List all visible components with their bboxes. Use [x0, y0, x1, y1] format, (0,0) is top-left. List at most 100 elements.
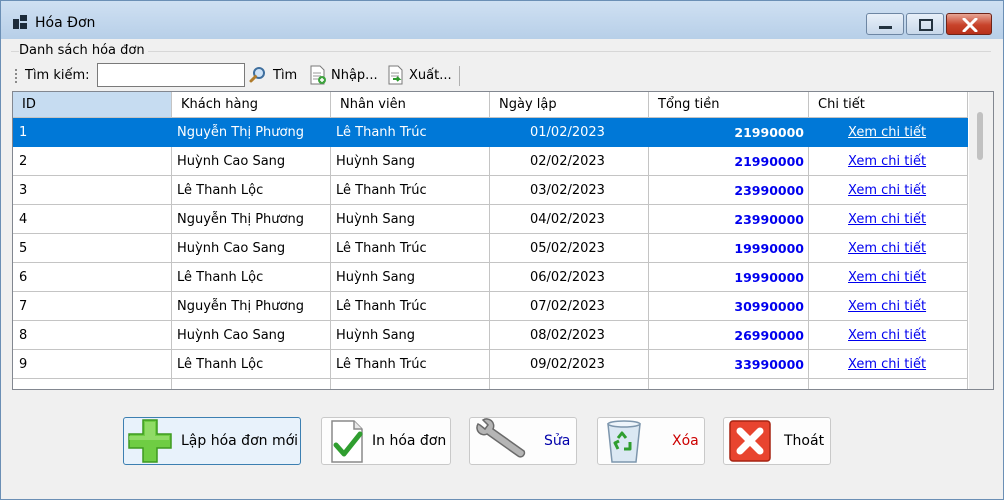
- cell-id[interactable]: 4: [13, 205, 172, 234]
- edit-label: Sửa: [544, 433, 571, 449]
- table-row[interactable]: 6 Lê Thanh Lộc Huỳnh Sang 06/02/2023 1999000…: [13, 263, 968, 292]
- import-button[interactable]: Nhập...: [309, 65, 379, 87]
- view-detail-link[interactable]: Xem chi tiết: [848, 328, 926, 343]
- cell-employee[interactable]: Huỳnh Sang: [331, 263, 490, 292]
- cell-id[interactable]: [13, 379, 172, 389]
- print-invoice-button[interactable]: In hóa đơn: [321, 417, 451, 465]
- view-detail-link[interactable]: Xem chi tiết: [848, 299, 926, 314]
- cell-total[interactable]: 23990000: [649, 176, 809, 205]
- table-row[interactable]: 7 Nguyễn Thị Phương Lê Thanh Trúc 07/02/202…: [13, 292, 968, 321]
- exit-button[interactable]: Thoát: [723, 417, 831, 465]
- view-detail-link[interactable]: Xem chi tiết: [848, 183, 926, 198]
- table-row[interactable]: 5 Huỳnh Cao Sang Lê Thanh Trúc 05/02/2023 19…: [13, 234, 968, 263]
- minimize-button[interactable]: [866, 13, 904, 35]
- cell-customer[interactable]: Nguyễn Thị Phương: [172, 118, 331, 147]
- cell-employee[interactable]: [331, 379, 490, 389]
- view-detail-link[interactable]: Xem chi tiết: [848, 212, 926, 227]
- cell-employee[interactable]: Huỳnh Sang: [331, 147, 490, 176]
- cell-customer-text: Huỳnh Cao Sang: [177, 328, 286, 343]
- cell-date[interactable]: 02/02/2023: [490, 147, 649, 176]
- cell-total-text: 33990000: [734, 357, 804, 372]
- toolbar-grip[interactable]: [15, 69, 17, 85]
- table-row[interactable]: 8 Huỳnh Cao Sang Huỳnh Sang 08/02/2023 26990…: [13, 321, 968, 350]
- cell-customer[interactable]: Lê Thanh Lộc: [172, 263, 331, 292]
- cell-employee[interactable]: Lê Thanh Trúc: [331, 234, 490, 263]
- cell-employee[interactable]: Huỳnh Sang: [331, 205, 490, 234]
- cell-id[interactable]: 1: [13, 118, 172, 147]
- title-bar[interactable]: Hóa Đơn: [1, 1, 1003, 39]
- cell-id[interactable]: 7: [13, 292, 172, 321]
- cell-id[interactable]: 2: [13, 147, 172, 176]
- cell-customer[interactable]: Huỳnh Cao Sang: [172, 147, 331, 176]
- cell-customer[interactable]: [172, 379, 331, 389]
- cell-date[interactable]: 09/02/2023: [490, 350, 649, 379]
- cell-customer[interactable]: Lê Thanh Lộc: [172, 176, 331, 205]
- cell-total[interactable]: 21990000: [649, 118, 809, 147]
- cell-detail: Xem chi tiết: [809, 205, 968, 234]
- view-detail-link[interactable]: Xem chi tiết: [848, 125, 926, 140]
- cell-employee[interactable]: Huỳnh Sang: [331, 321, 490, 350]
- table-row[interactable]: 4 Nguyễn Thị Phương Huỳnh Sang 04/02/2023 23…: [13, 205, 968, 234]
- table-row[interactable]: 9 Lê Thanh Lộc Lê Thanh Trúc 09/02/2023 3399…: [13, 350, 968, 379]
- cell-id[interactable]: 6: [13, 263, 172, 292]
- cell-customer[interactable]: Nguyễn Thị Phương: [172, 292, 331, 321]
- table-row[interactable]: 2 Huỳnh Cao Sang Huỳnh Sang 02/02/2023 21990…: [13, 147, 968, 176]
- cell-employee[interactable]: Lê Thanh Trúc: [331, 176, 490, 205]
- cell-employee[interactable]: Lê Thanh Trúc: [331, 292, 490, 321]
- cell-customer[interactable]: Huỳnh Cao Sang: [172, 234, 331, 263]
- cell-total[interactable]: 26990000: [649, 321, 809, 350]
- column-header-customer[interactable]: Khách hàng: [172, 92, 331, 118]
- table-row[interactable]: 3 Lê Thanh Lộc Lê Thanh Trúc 03/02/2023 2399…: [13, 176, 968, 205]
- delete-label: Xóa: [672, 433, 699, 449]
- cell-id[interactable]: 5: [13, 234, 172, 263]
- maximize-button[interactable]: [906, 13, 944, 35]
- cell-id[interactable]: 3: [13, 176, 172, 205]
- cell-id[interactable]: 9: [13, 350, 172, 379]
- cell-detail: Xem chi tiết: [809, 118, 968, 147]
- cell-total-text: 21990000: [734, 125, 804, 140]
- cell-date[interactable]: 07/02/2023: [490, 292, 649, 321]
- invoice-table[interactable]: ID Khách hàng Nhân viên Ngày lập Tổng ti…: [12, 91, 994, 390]
- view-detail-link[interactable]: Xem chi tiết: [848, 357, 926, 372]
- view-detail-link[interactable]: Xem chi tiết: [848, 241, 926, 256]
- cell-id[interactable]: 8: [13, 321, 172, 350]
- cell-total[interactable]: 19990000: [649, 234, 809, 263]
- table-row[interactable]: 1 Nguyễn Thị Phương Lê Thanh Trúc 01/02/202…: [13, 118, 968, 147]
- cell-customer[interactable]: Nguyễn Thị Phương: [172, 205, 331, 234]
- delete-button[interactable]: Xóa: [597, 417, 705, 465]
- view-detail-link[interactable]: Xem chi tiết: [848, 270, 926, 285]
- column-header-total[interactable]: Tổng tiền: [649, 92, 809, 118]
- cell-date[interactable]: 08/02/2023: [490, 321, 649, 350]
- column-header-detail[interactable]: Chi tiết: [809, 92, 968, 118]
- cell-total[interactable]: [649, 379, 809, 389]
- cell-employee[interactable]: Lê Thanh Trúc: [331, 118, 490, 147]
- column-header-id[interactable]: ID: [13, 92, 172, 118]
- cell-total[interactable]: 33990000: [649, 350, 809, 379]
- cell-date[interactable]: [490, 379, 649, 389]
- close-button[interactable]: [946, 13, 992, 35]
- cell-date[interactable]: 04/02/2023: [490, 205, 649, 234]
- column-header-employee[interactable]: Nhân viên: [331, 92, 490, 118]
- search-input[interactable]: [97, 63, 245, 87]
- column-header-date[interactable]: Ngày lập: [490, 92, 649, 118]
- cell-date[interactable]: 01/02/2023: [490, 118, 649, 147]
- find-button[interactable]: Tìm: [249, 65, 301, 87]
- vertical-scrollbar[interactable]: [969, 92, 993, 389]
- cell-date[interactable]: 03/02/2023: [490, 176, 649, 205]
- edit-button[interactable]: Sửa: [469, 417, 577, 465]
- cell-total[interactable]: 30990000: [649, 292, 809, 321]
- scrollbar-thumb[interactable]: [977, 112, 983, 160]
- cell-total[interactable]: 19990000: [649, 263, 809, 292]
- cell-date[interactable]: 06/02/2023: [490, 263, 649, 292]
- table-row[interactable]: [13, 379, 968, 389]
- new-invoice-button[interactable]: Lập hóa đơn mới: [123, 417, 301, 465]
- cell-total[interactable]: 23990000: [649, 205, 809, 234]
- view-detail-link[interactable]: Xem chi tiết: [848, 154, 926, 169]
- cell-employee[interactable]: Lê Thanh Trúc: [331, 350, 490, 379]
- cell-date[interactable]: 05/02/2023: [490, 234, 649, 263]
- cell-total[interactable]: 21990000: [649, 147, 809, 176]
- cell-customer[interactable]: Huỳnh Cao Sang: [172, 321, 331, 350]
- cell-customer[interactable]: Lê Thanh Lộc: [172, 350, 331, 379]
- export-button[interactable]: Xuất...: [387, 65, 455, 87]
- cell-employee-text: Huỳnh Sang: [336, 212, 416, 227]
